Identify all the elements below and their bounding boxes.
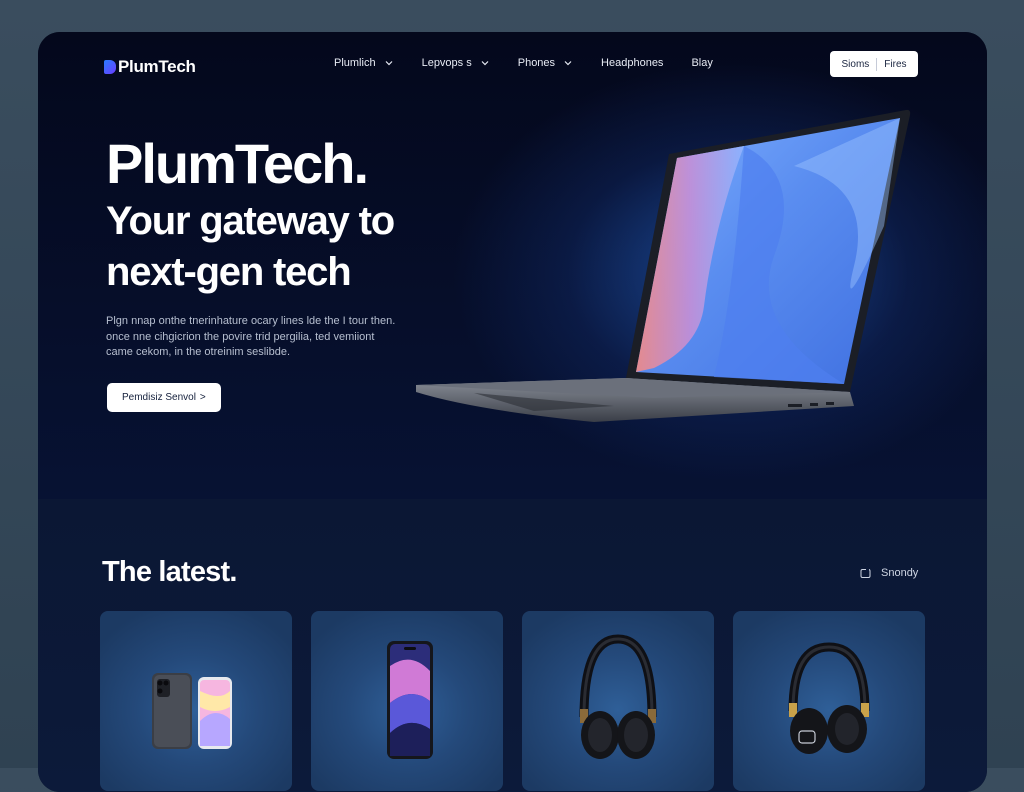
nav-item-label: Lepvops s: [421, 57, 472, 69]
chevron-down-icon: [564, 61, 572, 66]
cta-label: Pemdisiz Senvol: [122, 392, 196, 403]
headphones-icon: [579, 634, 657, 759]
chevron-down-icon: [385, 61, 393, 66]
headphones-gold-icon: [788, 642, 870, 754]
sign-in-button[interactable]: Sioms: [834, 59, 876, 70]
logo-mark-icon: [104, 60, 116, 74]
product-card[interactable]: [733, 611, 925, 791]
filter-icon: [860, 568, 871, 578]
product-card[interactable]: [311, 611, 503, 791]
nav-item-label: Headphones: [601, 57, 664, 69]
nav-item-label: Phones: [517, 57, 556, 69]
nav-item-phones[interactable]: Phones: [518, 57, 573, 69]
chevron-right-icon: >: [199, 392, 206, 403]
hero-description: Plgn nnap onthe tnerinhature ocary lines…: [106, 314, 426, 361]
main-nav: Plumlich Lepvops s Phones Headphones Bla…: [334, 53, 741, 73]
brand-logo[interactable]: PlumTech: [104, 57, 196, 77]
nav-item-headphones[interactable]: Headphones: [601, 57, 663, 69]
chevron-down-icon: [481, 61, 489, 66]
nav-item-blog[interactable]: Blay: [691, 57, 712, 69]
laptop-image: [416, 109, 911, 422]
hero-title: PlumTech.: [106, 132, 369, 195]
phone-pair-icon: [152, 673, 232, 749]
hero-description-line: came cekom, in the otreinim seslibde.: [106, 346, 291, 358]
latest-title: The latest.: [102, 556, 237, 588]
brand-name: PlumTech: [118, 57, 196, 76]
nav-actions: Sioms Fires: [830, 51, 918, 77]
hero-description-line: once nne cihgicrion the povire trid perg…: [106, 330, 375, 343]
filter-label: Snondy: [881, 567, 919, 579]
nav-item-label: Plumlich: [334, 57, 376, 69]
phone-icon: [387, 641, 433, 759]
nav-item-laptops[interactable]: Lepvops s: [422, 57, 490, 69]
hero-description-line: Plgn nnap onthe tnerinhature ocary lines…: [106, 315, 396, 327]
hero-cta-button[interactable]: Pemdisiz Senvol >: [107, 383, 221, 412]
secondary-action-button[interactable]: Fires: [877, 59, 913, 70]
nav-item-label: Blay: [691, 57, 713, 69]
nav-item-plumlich[interactable]: Plumlich: [334, 57, 394, 69]
product-card[interactable]: [100, 611, 292, 791]
product-card[interactable]: [522, 611, 714, 791]
sort-filter[interactable]: Snondy: [860, 567, 918, 579]
